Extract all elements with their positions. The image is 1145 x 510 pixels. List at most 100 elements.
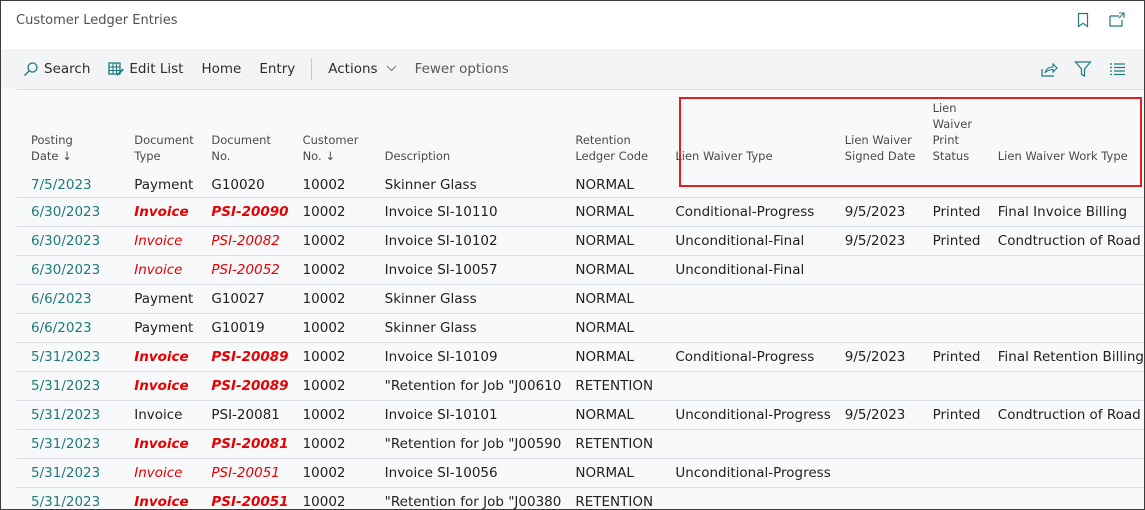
cell-document-no: PSI-20081 — [197, 429, 289, 459]
table-row[interactable]: 5/31/2023 Invoice PSI-20089 10002 "Retention… — [17, 371, 1144, 401]
cell-lien-waiver-print-status: Printed — [918, 342, 984, 372]
cell-lien-waiver-work-type — [983, 371, 1144, 401]
cell-document-type: Invoice — [120, 342, 198, 372]
cell-posting-date[interactable]: 6/6/2023 — [17, 284, 121, 314]
cell-retention-ledger-code: NORMAL — [561, 226, 662, 256]
edit-list-icon — [108, 61, 125, 77]
column-header-lien-waiver-signed-date[interactable]: Lien Waiver Signed Date — [831, 90, 919, 174]
table-row[interactable]: 7/5/2023 Payment G10020 10002 Skinner Glass N… — [17, 174, 1144, 198]
cell-lien-waiver-work-type — [983, 284, 1144, 314]
table-row[interactable]: 6/30/2023 Invoice PSI-20052 10002 Invoice SI… — [17, 255, 1144, 285]
cell-document-no: PSI-20090 — [197, 197, 289, 227]
cell-lien-waiver-work-type — [983, 255, 1144, 285]
cell-document-no: PSI-20051 — [197, 487, 289, 509]
cell-lien-waiver-signed-date — [830, 255, 919, 285]
cell-description: Skinner Glass — [370, 313, 562, 343]
cell-lien-waiver-type: Unconditional-Final — [661, 255, 831, 285]
cell-lien-waiver-signed-date — [830, 371, 919, 401]
column-header-retention-ledger-code[interactable]: Retention Ledger Code — [561, 90, 661, 174]
table-row[interactable]: 5/31/2023 Invoice PSI-20051 10002 Invoice SI… — [17, 458, 1144, 488]
cell-document-type: Payment — [120, 174, 198, 198]
table-row[interactable]: 6/30/2023 Invoice PSI-20082 10002 Invoice SI… — [17, 226, 1144, 256]
cell-document-type: Invoice — [120, 487, 198, 509]
cell-posting-date[interactable]: 6/30/2023 — [17, 226, 121, 256]
column-header-line: Lien Waiver — [844, 133, 912, 147]
fewer-options-button[interactable]: Fewer options — [415, 61, 509, 77]
column-header-line: Waiver — [932, 117, 973, 131]
cell-posting-date[interactable]: 5/31/2023 — [17, 342, 121, 372]
cell-posting-date[interactable]: 6/6/2023 — [17, 313, 121, 343]
column-header-line: Posting — [31, 133, 73, 147]
cell-customer-no: 10002 — [288, 342, 371, 372]
bookmark-icon[interactable] — [1074, 11, 1092, 29]
share-icon[interactable] — [1040, 60, 1058, 78]
table-body: 7/5/2023 Payment G10020 10002 Skinner Glass N… — [17, 174, 1144, 509]
cell-posting-date[interactable]: 5/31/2023 — [17, 400, 121, 430]
open-in-new-window-icon[interactable] — [1108, 11, 1126, 29]
actions-menu[interactable]: Actions — [328, 61, 396, 77]
cell-lien-waiver-type — [661, 371, 831, 401]
cell-document-no: PSI-20081 — [197, 400, 289, 430]
cell-lien-waiver-work-type — [983, 313, 1144, 343]
column-header-document-no[interactable]: Document No. — [197, 90, 288, 174]
cell-retention-ledger-code: NORMAL — [561, 197, 662, 227]
table-row[interactable]: 5/31/2023 Invoice PSI-20081 10002 "Retention… — [17, 429, 1144, 459]
column-header-line: Ledger Code — [575, 149, 649, 163]
table-row[interactable]: 5/31/2023 Invoice PSI-20051 10002 "Retention… — [17, 487, 1144, 509]
column-header-line: Customer — [302, 133, 359, 147]
column-header-line: Status — [932, 149, 970, 163]
cell-document-type: Invoice — [120, 197, 198, 227]
cell-posting-date[interactable]: 5/31/2023 — [17, 458, 121, 488]
column-header-line: Lien — [932, 101, 957, 115]
cell-posting-date[interactable]: 6/30/2023 — [17, 197, 121, 227]
chevron-down-icon — [386, 64, 397, 75]
column-header-lien-waiver-work-type[interactable]: Lien Waiver Work Type — [984, 90, 1144, 174]
table-row[interactable]: 6/6/2023 Payment G10027 10002 Skinner Glass N… — [17, 284, 1144, 314]
cell-description: Invoice SI-10110 — [370, 197, 562, 227]
table-row[interactable]: 6/30/2023 Invoice PSI-20090 10002 Invoice SI… — [17, 197, 1144, 227]
column-header-description[interactable]: Description — [371, 90, 562, 174]
column-header-posting-date[interactable]: Posting Date ↓ — [17, 90, 120, 174]
column-header-line: Lien Waiver Work Type — [997, 149, 1128, 163]
cell-lien-waiver-signed-date — [830, 313, 919, 343]
filter-icon[interactable] — [1074, 60, 1092, 78]
home-tab[interactable]: Home — [201, 61, 241, 77]
column-header-document-type[interactable]: Document Type — [120, 90, 197, 174]
cell-retention-ledger-code: NORMAL — [561, 458, 662, 488]
entry-tab[interactable]: Entry — [259, 61, 295, 77]
column-header-customer-no[interactable]: Customer No. ↓ — [289, 90, 371, 174]
search-button[interactable]: Search — [23, 61, 90, 77]
column-header-lien-waiver-print-status[interactable]: Lien Waiver Print Status — [919, 90, 984, 174]
cell-posting-date[interactable]: 5/31/2023 — [17, 487, 121, 509]
cell-posting-date[interactable]: 6/30/2023 — [17, 255, 121, 285]
action-bar: Search Edit List Home Entry Actions Fewe… — [1, 49, 1144, 89]
customer-ledger-entries-window: Customer Ledger Entries Search Edit List… — [0, 0, 1145, 510]
cell-description: Invoice SI-10102 — [370, 226, 562, 256]
column-header-lien-waiver-type[interactable]: Lien Waiver Type — [661, 90, 830, 174]
actions-label: Actions — [328, 61, 378, 77]
column-header-line: Document — [211, 133, 271, 147]
list-view-icon[interactable] — [1108, 60, 1126, 78]
cell-lien-waiver-signed-date — [830, 284, 919, 314]
cell-posting-date[interactable]: 5/31/2023 — [17, 371, 121, 401]
cell-lien-waiver-work-type: Condtruction of Road — [983, 400, 1144, 430]
cell-lien-waiver-type — [661, 174, 831, 198]
cell-customer-no: 10002 — [288, 429, 371, 459]
table-row[interactable]: 5/31/2023 Invoice PSI-20089 10002 Invoice SI… — [17, 342, 1144, 372]
cell-retention-ledger-code: NORMAL — [561, 400, 662, 430]
cell-lien-waiver-signed-date — [830, 487, 919, 509]
cell-document-no: PSI-20082 — [197, 226, 289, 256]
cell-customer-no: 10002 — [288, 371, 371, 401]
cell-posting-date[interactable]: 7/5/2023 — [17, 174, 121, 198]
cell-lien-waiver-print-status — [918, 429, 984, 459]
table-row[interactable]: 5/31/2023 Invoice PSI-20081 10002 Invoice SI… — [17, 400, 1144, 430]
cell-lien-waiver-print-status — [918, 284, 984, 314]
cell-lien-waiver-work-type: Final Retention Billing — [983, 342, 1144, 372]
edit-list-button[interactable]: Edit List — [108, 61, 183, 77]
cell-description: "Retention for Job "J00380 — [370, 487, 562, 509]
cell-customer-no: 10002 — [288, 255, 371, 285]
cell-lien-waiver-type: Unconditional-Final — [661, 226, 831, 256]
ledger-entries-table: Posting Date ↓ Document Type Document No. Cust… — [17, 90, 1144, 509]
cell-posting-date[interactable]: 5/31/2023 — [17, 429, 121, 459]
table-row[interactable]: 6/6/2023 Payment G10019 10002 Skinner Glass N… — [17, 313, 1144, 343]
